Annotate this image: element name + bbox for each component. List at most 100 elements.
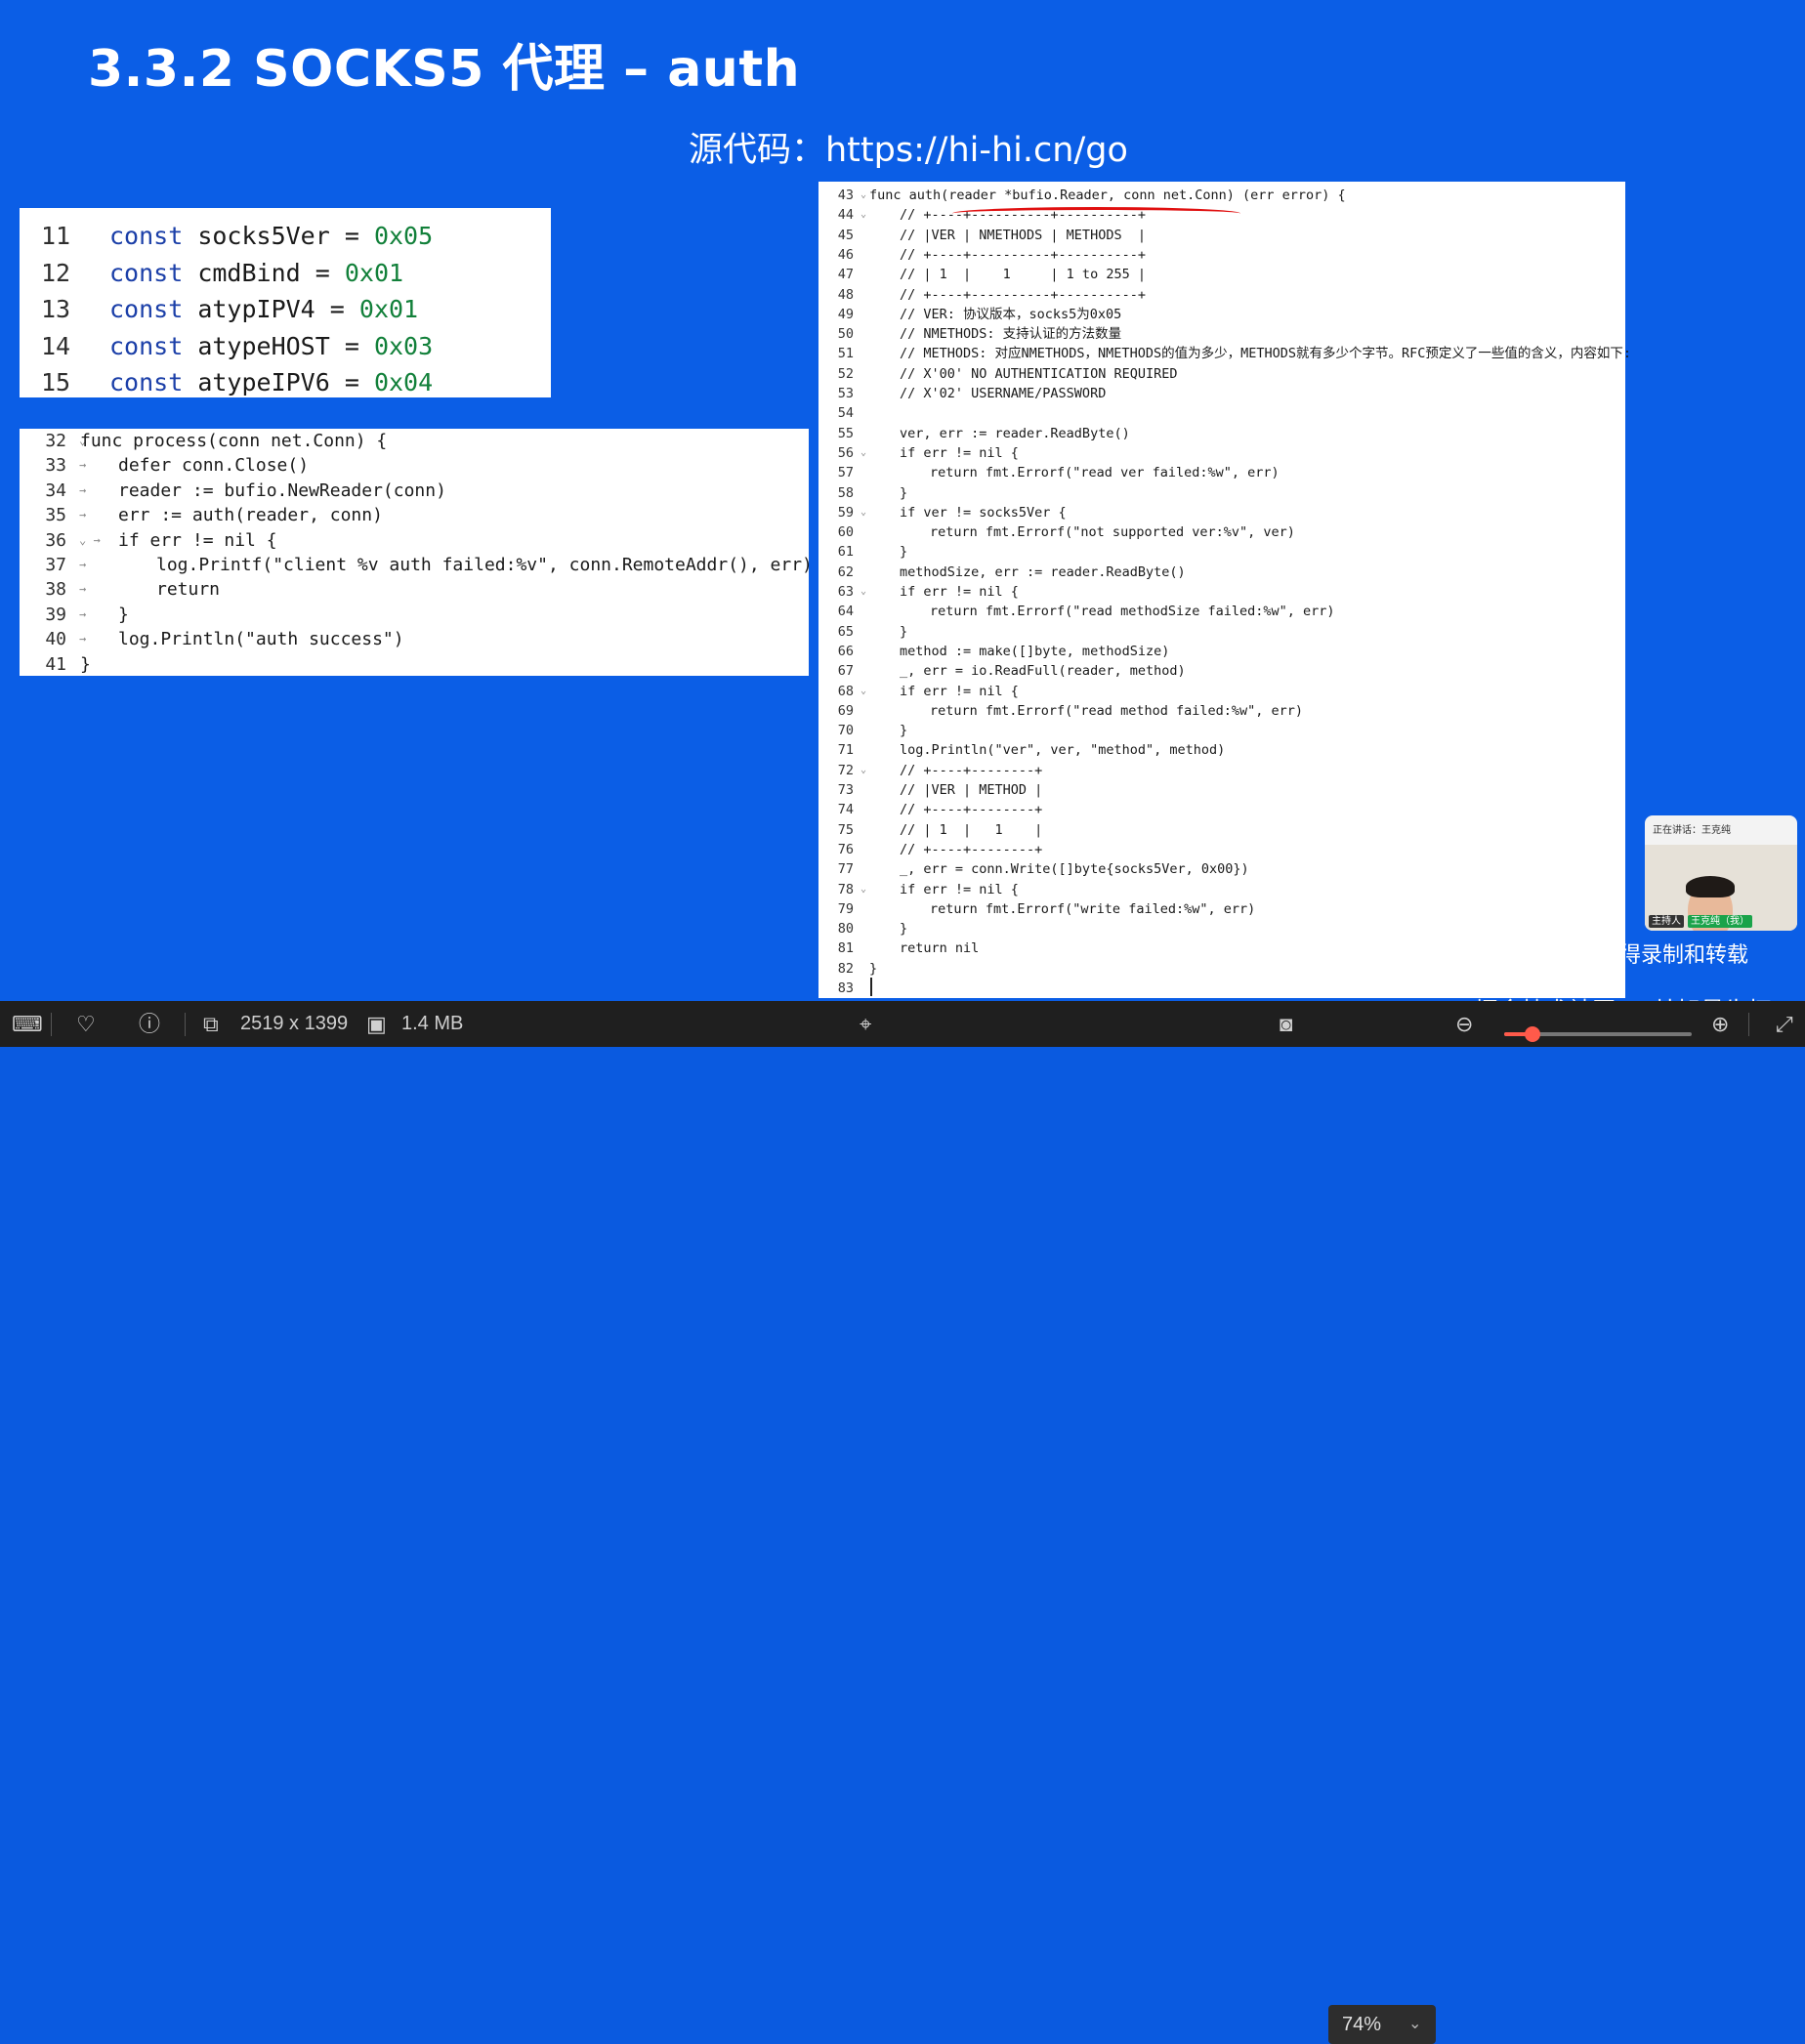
keyword: const bbox=[109, 295, 184, 323]
code-text: const atypIPV4 = 0x01 bbox=[109, 291, 418, 327]
number-literal: 0x01 bbox=[358, 295, 419, 323]
line-number: 46 bbox=[837, 246, 854, 263]
code-line: 39 →} bbox=[20, 603, 809, 627]
code-line: 72 ⌄ // +----+--------+ bbox=[819, 761, 1625, 780]
heart-icon[interactable]: ♡ bbox=[76, 1001, 96, 1047]
fold-marker: ⌄ bbox=[861, 506, 867, 518]
fold-marker: → bbox=[79, 508, 87, 522]
line-number: 54 bbox=[837, 405, 854, 422]
line-number: 59 bbox=[837, 504, 854, 521]
zoom-level: 74% bbox=[1342, 2014, 1382, 2035]
zoom-in-icon[interactable]: ⊕ bbox=[1711, 1001, 1729, 1047]
line-number: 40 bbox=[45, 629, 66, 650]
number-literal: 0x03 bbox=[373, 331, 434, 360]
const-code-panel: 11 const socks5Ver = 0x05 12 const cmdBind … bbox=[20, 208, 551, 397]
code-text: } bbox=[118, 604, 129, 625]
fold-marker: → bbox=[79, 582, 87, 597]
line-number: 77 bbox=[837, 861, 854, 878]
line-number: 75 bbox=[837, 821, 854, 838]
code-text: return fmt.Errorf("not supported ver:%v"… bbox=[930, 524, 1295, 541]
line-number: 63 bbox=[837, 584, 854, 600]
line-number: 78 bbox=[837, 881, 854, 897]
code-line: 13 const atypIPV4 = 0x01 bbox=[20, 291, 551, 327]
code-text: err := auth(reader, conn) bbox=[118, 505, 383, 526]
fold-marker: → bbox=[79, 632, 87, 647]
keyword: const bbox=[109, 258, 184, 287]
line-number: 57 bbox=[837, 465, 854, 481]
line-number: 13 bbox=[41, 295, 71, 323]
fold-marker: ⌄ → bbox=[79, 532, 101, 547]
speaker-name: 王克纯（我） bbox=[1688, 915, 1752, 928]
code-line: 70} bbox=[819, 721, 1625, 740]
code-text: const atypeIPV6 = 0x04 bbox=[109, 364, 433, 400]
zoom-select[interactable]: 74% ⌄ bbox=[1328, 2005, 1436, 2044]
code-line: 37 → log.Printf("client %v auth failed:%v"… bbox=[20, 553, 813, 577]
keyword: const bbox=[109, 331, 184, 360]
code-line: 80} bbox=[819, 919, 1625, 939]
line-number: 81 bbox=[837, 940, 854, 957]
keyboard-icon[interactable]: ⌨ bbox=[12, 1001, 43, 1047]
line-number: 79 bbox=[837, 900, 854, 917]
code-line: 40 → log.Println("auth success") bbox=[20, 627, 809, 651]
code-line: 51 // METHODS: 对应NMETHODS，NMETHODS的值为多少，M… bbox=[819, 344, 1631, 363]
screenshot-icon[interactable]: ◙ bbox=[1280, 1001, 1292, 1047]
scan-icon[interactable]: ⌖ bbox=[860, 1001, 871, 1047]
code-text: return fmt.Errorf("read ver failed:%w", … bbox=[930, 465, 1280, 481]
code-text: _, err = io.ReadFull(reader, method) bbox=[900, 663, 1186, 680]
line-number: 62 bbox=[837, 563, 854, 580]
line-number: 45 bbox=[837, 227, 854, 243]
code-line: 56 ⌄ if err != nil { bbox=[819, 443, 1625, 463]
line-number: 61 bbox=[837, 544, 854, 561]
code-line: 67 _, err = io.ReadFull(reader, method) bbox=[819, 661, 1625, 681]
code-text: // +----+----------+----------+ bbox=[900, 246, 1146, 263]
fold-marker: → bbox=[79, 606, 87, 621]
image-dimensions: 2519 x 1399 bbox=[240, 1013, 349, 1034]
code-text: func process(conn net.Conn) { bbox=[80, 431, 388, 451]
code-line: 36 ⌄ → if err != nil { bbox=[20, 528, 809, 553]
line-number: 12 bbox=[41, 258, 71, 287]
line-number: 55 bbox=[837, 425, 854, 441]
info-icon[interactable]: ⓘ bbox=[139, 1001, 160, 1047]
code-text: const socks5Ver = 0x05 bbox=[109, 218, 433, 254]
fold-marker: ⌄ bbox=[861, 883, 867, 895]
zoom-out-icon[interactable]: ⊖ bbox=[1455, 1001, 1473, 1047]
code-line: 65} bbox=[819, 622, 1625, 642]
speaker-tags: 主持人 王克纯（我） bbox=[1649, 912, 1756, 928]
code-line: 34 → reader := bufio.NewReader(conn) bbox=[20, 479, 809, 503]
code-line: 53 // X'02' USERNAME/PASSWORD bbox=[819, 384, 1625, 403]
fold-marker: → bbox=[79, 458, 87, 473]
code-line: 50 // NMETHODS: 支持认证的方法数量 bbox=[819, 324, 1625, 344]
line-number: 70 bbox=[837, 723, 854, 739]
number-literal: 0x05 bbox=[373, 222, 434, 250]
line-number: 35 bbox=[45, 505, 66, 526]
line-number: 37 bbox=[45, 555, 66, 575]
auth-code-panel: 43 ⌄ func auth(reader *bufio.Reader, conn … bbox=[819, 182, 1631, 998]
code-text: log.Printf("client %v auth failed:%v", c… bbox=[156, 555, 813, 575]
code-text: } bbox=[900, 544, 908, 561]
code-text: if err != nil { bbox=[900, 683, 1019, 699]
code-text: reader := bufio.NewReader(conn) bbox=[118, 480, 446, 501]
code-line: 73 // |VER | METHOD | bbox=[819, 780, 1625, 800]
code-line: 38 → return bbox=[20, 577, 809, 602]
code-text: // +----+--------+ bbox=[900, 762, 1043, 778]
code-text: } bbox=[80, 653, 91, 675]
expand-icon[interactable]: ⤢ bbox=[1776, 1001, 1793, 1047]
line-number: 41 bbox=[45, 653, 66, 675]
code-text: _, err = conn.Write([]byte{socks5Ver, 0x… bbox=[900, 861, 1249, 878]
fold-marker: ⌄ bbox=[861, 764, 867, 775]
text-cursor bbox=[870, 978, 872, 996]
code-line: 57 return fmt.Errorf("read ver failed:%w"… bbox=[819, 463, 1625, 482]
code-text: return fmt.Errorf("read methodSize faile… bbox=[930, 604, 1335, 620]
zoom-slider[interactable] bbox=[1504, 1026, 1692, 1042]
fold-marker: ⌄ bbox=[861, 685, 867, 696]
code-line: 79 return fmt.Errorf("write failed:%w", e… bbox=[819, 899, 1625, 919]
line-number: 51 bbox=[837, 346, 854, 362]
keyword: const bbox=[109, 222, 184, 250]
code-text: log.Println("ver", ver, "method", method… bbox=[900, 742, 1226, 759]
fold-marker: ⌄ bbox=[861, 209, 867, 221]
code-text: func auth(reader *bufio.Reader, conn net… bbox=[869, 188, 1346, 203]
speaker-video-card[interactable]: 正在讲话：王克纯 主持人 王克纯（我） bbox=[1645, 815, 1797, 931]
code-line: 48 // +----+----------+----------+ bbox=[819, 285, 1625, 305]
zoom-slider-knob[interactable] bbox=[1524, 1026, 1540, 1042]
code-text: // X'02' USERNAME/PASSWORD bbox=[900, 386, 1107, 401]
